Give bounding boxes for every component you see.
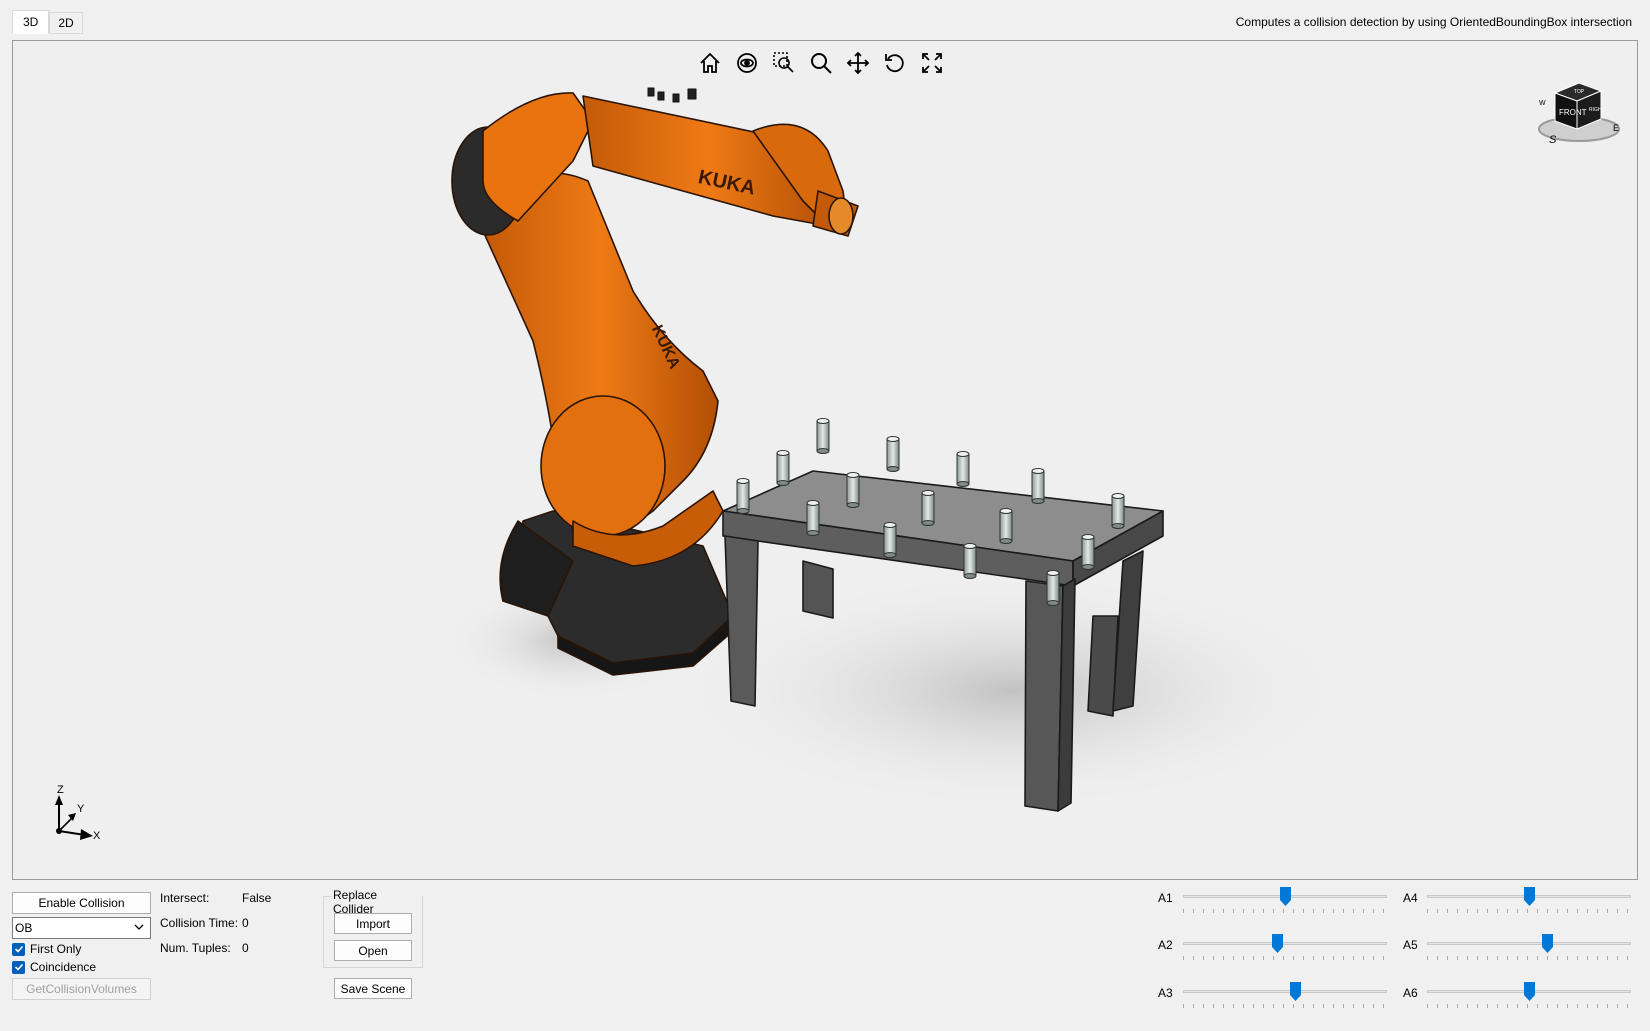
slider-label-a2: A2 (1158, 938, 1173, 952)
slider-ticks (1183, 909, 1387, 913)
control-panel: Enable Collision Detection OB First Only… (0, 880, 1650, 1031)
rotate-icon[interactable] (881, 49, 909, 77)
slider-track[interactable] (1183, 942, 1387, 945)
axis-z-label: Z (57, 784, 64, 796)
peg (1031, 468, 1045, 504)
slider-label-a5: A5 (1403, 938, 1418, 952)
slider-thumb[interactable] (1271, 934, 1283, 953)
import-button[interactable]: Import (334, 913, 412, 934)
slider-a6[interactable] (1427, 980, 1631, 1010)
slider-ticks (1427, 956, 1631, 960)
slider-track[interactable] (1427, 942, 1631, 945)
tab-3d[interactable]: 3D (12, 10, 50, 34)
slider-ticks (1183, 1004, 1387, 1008)
slider-track[interactable] (1183, 990, 1387, 993)
slider-thumb[interactable] (1280, 887, 1291, 906)
peg (963, 543, 977, 579)
compass-west-label[interactable]: W (1539, 100, 1546, 107)
replace-collider-title: Replace Collider (331, 888, 422, 916)
compass-east-label[interactable]: E (1613, 123, 1619, 133)
peg (806, 500, 820, 536)
coincidence-checkbox[interactable]: Coincidence (12, 960, 96, 974)
intersect-label: Intersect: (160, 891, 210, 905)
peg (886, 436, 900, 472)
orbit-icon[interactable] (733, 49, 761, 77)
slider-label-a6: A6 (1403, 986, 1418, 1000)
open-button[interactable]: Open (334, 940, 412, 961)
slider-a3[interactable] (1183, 980, 1387, 1010)
peg (1111, 493, 1125, 529)
view-toolbar (696, 49, 946, 77)
navcube-top-label[interactable]: TOP (1574, 89, 1585, 95)
slider-label-a1: A1 (1158, 891, 1173, 905)
save-scene-button[interactable]: Save Scene (334, 978, 412, 999)
peg (1046, 570, 1060, 606)
slider-ticks (1183, 956, 1387, 960)
tab-2d[interactable]: 2D (49, 12, 83, 34)
first-only-label: First Only (30, 942, 82, 956)
navigation-cube[interactable]: FRONT TOP RIGHT S W E (1533, 71, 1625, 151)
collision-time-value: 0 (242, 916, 249, 930)
num-tuples-label: Num. Tuples: (160, 941, 231, 955)
peg (999, 508, 1013, 544)
slider-thumb[interactable] (1542, 934, 1554, 953)
fit-screen-icon[interactable] (918, 49, 946, 77)
robot-arm[interactable]: KUKA KUKA (451, 87, 859, 676)
3d-viewport[interactable]: KUKA KUKA FRONT TOP RIGHT S W E Z Y X (12, 40, 1638, 880)
sample-description: Computes a collision detection by using … (1235, 15, 1632, 29)
slider-label-a3: A3 (1158, 986, 1173, 1000)
axis-triad: Z Y X (55, 784, 101, 842)
slider-label-a4: A4 (1403, 891, 1418, 905)
slider-a5[interactable] (1427, 932, 1631, 962)
zoom-window-icon[interactable] (770, 49, 798, 77)
slider-ticks (1427, 1004, 1631, 1008)
slider-a1[interactable] (1183, 885, 1387, 915)
get-collision-volumes-button[interactable]: GetCollisionVolumes (12, 978, 151, 1000)
num-tuples-value: 0 (242, 941, 249, 955)
peg (846, 472, 860, 508)
peg (883, 522, 897, 558)
scene-render: KUKA KUKA (443, 87, 1353, 812)
enable-collision-button[interactable]: Enable Collision Detection (12, 892, 151, 930)
replace-collider-group: Replace Collider Import Open (323, 888, 423, 968)
navcube-front-label[interactable]: FRONT (1559, 108, 1587, 117)
peg (816, 418, 830, 454)
peg (956, 451, 970, 487)
home-icon[interactable] (696, 49, 724, 77)
compass-south-label[interactable]: S (1549, 134, 1557, 146)
peg (921, 490, 935, 526)
navcube-right-label[interactable]: RIGHT (1589, 107, 1605, 113)
slider-a4[interactable] (1427, 885, 1631, 915)
checkbox-checked-icon (12, 960, 25, 974)
peg (736, 478, 750, 514)
intersect-value: False (242, 891, 272, 905)
slider-thumb[interactable] (1524, 887, 1535, 906)
method-select-value: OB (15, 921, 33, 935)
axis-y-label: Y (77, 803, 85, 815)
checkbox-checked-icon (12, 942, 25, 956)
peg (1081, 534, 1095, 570)
peg (776, 450, 790, 486)
zoom-icon[interactable] (807, 49, 835, 77)
view-tabs: 3D 2D (12, 10, 83, 34)
slider-ticks (1427, 909, 1631, 913)
collision-time-label: Collision Time: (160, 916, 239, 930)
first-only-checkbox[interactable]: First Only (12, 942, 81, 956)
method-select[interactable]: OB (12, 917, 151, 939)
axis-x-label: X (93, 830, 101, 842)
pan-icon[interactable] (844, 49, 872, 77)
chevron-down-icon (134, 924, 144, 930)
slider-thumb[interactable] (1290, 982, 1302, 1001)
slider-thumb[interactable] (1524, 982, 1535, 1001)
coincidence-label: Coincidence (30, 960, 97, 974)
slider-a2[interactable] (1183, 932, 1387, 962)
